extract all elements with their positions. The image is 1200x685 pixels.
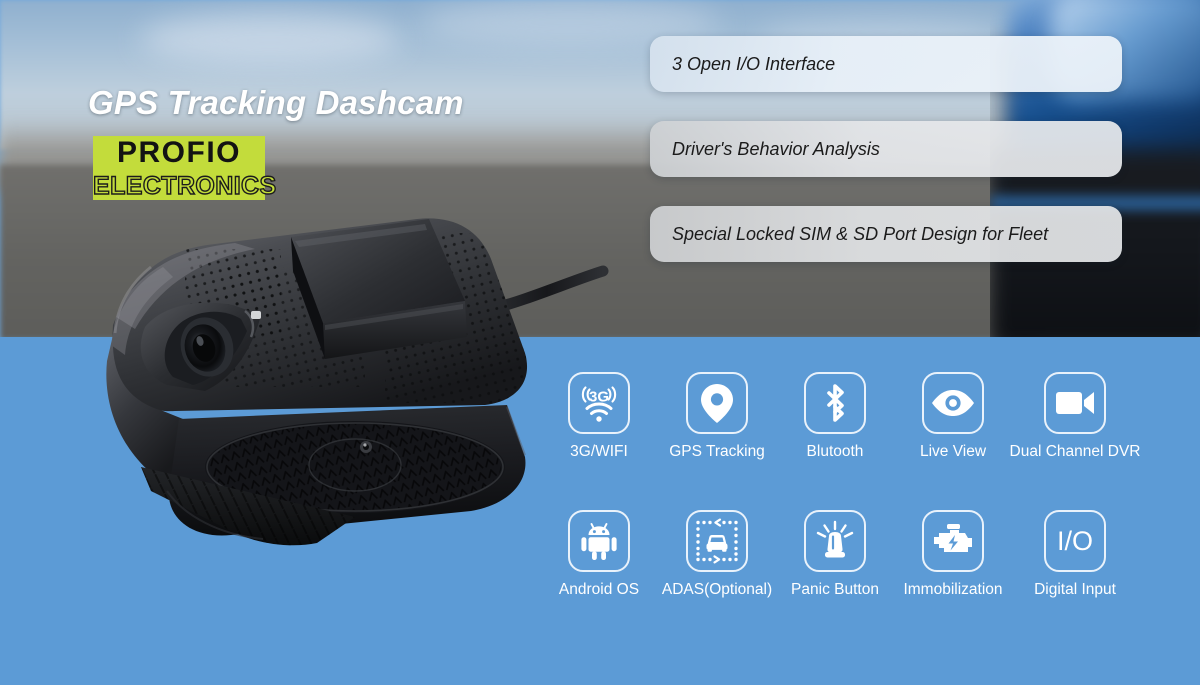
feature-pill-label: 3 Open I/O Interface [672,53,836,74]
icon-label: ADAS(Optional) [661,581,773,598]
product-banner: GPS Tracking Dashcam PROFIO ELECTRONICS … [0,0,1200,685]
antenna-cable [485,265,609,315]
io-text-icon: I/O [1044,510,1106,572]
profio-logo: PROFIO ELECTRONICS [92,136,277,201]
io-glyph-text: I/O [1056,526,1093,556]
feature-pill-driver-behavior: Driver's Behavior Analysis [650,121,1122,177]
feature-icon-grid: 3G 3G/WIFI GPS Tracking Blutooth Live Vi… [540,372,1180,599]
feature-pill-label: Driver's Behavior Analysis [672,138,880,159]
adas-car-icon [686,510,748,572]
icon-label: Android OS [558,581,640,598]
status-led [251,311,261,319]
icon-label: GPS Tracking [669,443,765,460]
feature-icon-bluetooth[interactable]: Blutooth [776,372,894,461]
page-title: GPS Tracking Dashcam [88,84,464,121]
siren-beacon-icon [804,510,866,572]
feature-icon-adas[interactable]: ADAS(Optional) [658,510,776,599]
icon-label: Live View [919,443,987,460]
feature-icon-android-os[interactable]: Android OS [540,510,658,599]
feature-icon-immobilization[interactable]: Immobilization [894,510,1012,599]
bluetooth-icon [804,372,866,434]
feature-icon-3g-wifi[interactable]: 3G 3G/WIFI [540,372,658,461]
icon-row-1: 3G 3G/WIFI GPS Tracking Blutooth Live Vi… [540,372,1180,461]
map-pin-icon [686,372,748,434]
icon-row-2: Android OS ADAS(Optional) Panic Button I… [540,510,1180,599]
video-camera-icon [1044,372,1106,434]
feature-icon-dual-channel-dvr[interactable]: Dual Channel DVR [1009,372,1141,461]
logo-primary-text: PROFIO [93,136,265,172]
icon-label: 3G/WIFI [570,443,628,460]
logo-secondary-text: ELECTRONICS [92,171,277,200]
android-robot-icon [568,510,630,572]
eye-icon [922,372,984,434]
icon-label: Digital Input [1034,581,1116,598]
icon-label: Panic Button [791,581,879,598]
feature-pill-locked-sim-sd: Special Locked SIM & SD Port Design for … [650,206,1122,262]
engine-bolt-icon [922,510,984,572]
icon-label: Dual Channel DVR [1009,443,1141,460]
feature-pill-open-io: 3 Open I/O Interface [650,36,1122,92]
feature-pill-label: Special Locked SIM & SD Port Design for … [672,223,1049,244]
dashcam-product-image [55,205,615,550]
feature-icon-gps-tracking[interactable]: GPS Tracking [658,372,776,461]
3g-wifi-icon: 3G [568,372,630,434]
cloud-shape [140,14,400,66]
feature-icon-digital-input[interactable]: I/O Digital Input [1012,510,1138,599]
icon-label: Blutooth [806,443,864,460]
icon-label: Immobilization [903,581,1003,598]
feature-icon-panic-button[interactable]: Panic Button [776,510,894,599]
feature-icon-live-view[interactable]: Live View [894,372,1012,461]
